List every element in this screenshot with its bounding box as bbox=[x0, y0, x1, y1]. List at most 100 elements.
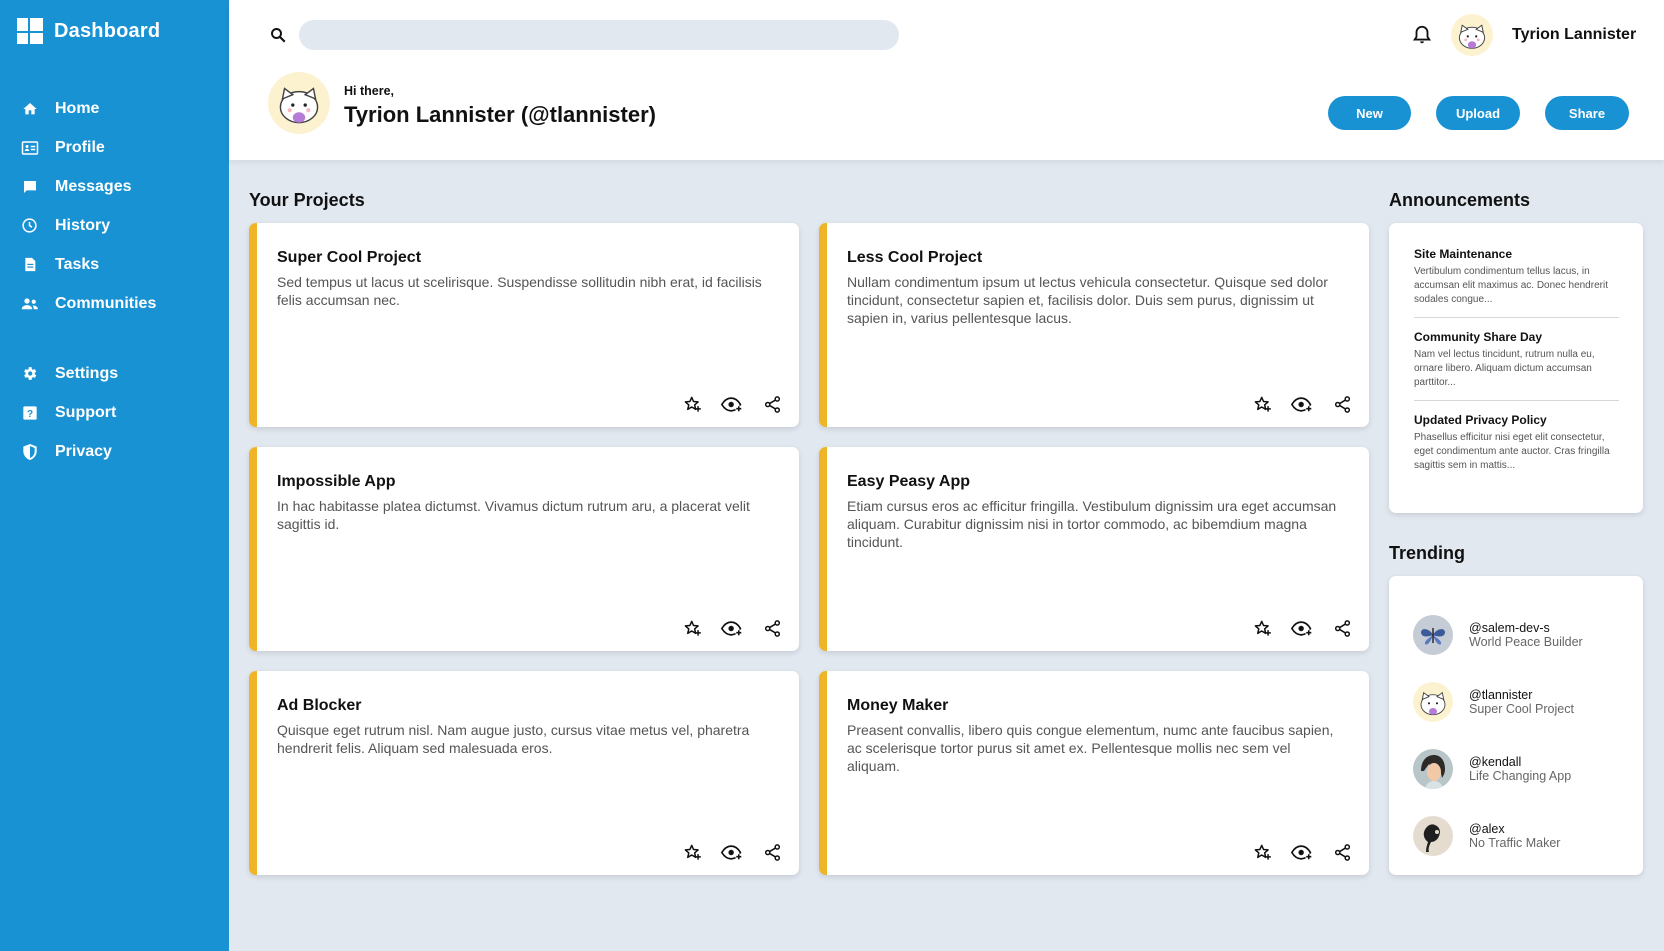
project-actions bbox=[681, 393, 783, 415]
star-add-icon[interactable] bbox=[681, 841, 703, 863]
star-add-icon[interactable] bbox=[681, 393, 703, 415]
trending-item[interactable]: @alex No Traffic Maker bbox=[1413, 802, 1619, 869]
project-card[interactable]: Less Cool Project Nullam condimentum ipsu… bbox=[819, 223, 1369, 427]
star-add-icon[interactable] bbox=[681, 617, 703, 639]
watch-eye-icon[interactable] bbox=[1291, 617, 1313, 639]
trending-handle: @kendall bbox=[1469, 754, 1522, 769]
watch-eye-icon[interactable] bbox=[721, 393, 743, 415]
sidebar-item-label: Tasks bbox=[55, 255, 100, 273]
primary-nav: Home Profile Messages History Tasks Comm… bbox=[20, 89, 156, 323]
watch-eye-icon[interactable] bbox=[1291, 841, 1313, 863]
project-card[interactable]: Impossible App In hac habitasse platea di… bbox=[249, 447, 799, 651]
sidebar-item-label: Profile bbox=[55, 138, 105, 156]
star-add-icon[interactable] bbox=[1251, 841, 1273, 863]
announcement-desc: Nam vel lectus tincidunt, rutrum nulla e… bbox=[1414, 349, 1595, 388]
sidebar-item-label: Communities bbox=[55, 294, 157, 312]
message-icon bbox=[20, 177, 39, 196]
bell-icon[interactable] bbox=[1411, 24, 1433, 46]
project-title: Impossible App bbox=[277, 473, 396, 490]
project-description: Etiam cursus eros ac efficitur fringilla… bbox=[847, 498, 1337, 550]
share-icon[interactable] bbox=[761, 617, 783, 639]
brand[interactable]: Dashboard bbox=[17, 18, 160, 44]
sidebar-item-settings[interactable]: Settings bbox=[20, 354, 118, 393]
announcement-desc: Vertibulum condimentum tellus lacus, in … bbox=[1414, 266, 1608, 305]
profile-avatar bbox=[268, 72, 330, 134]
header-user-name[interactable]: Tyrion Lannister bbox=[1512, 26, 1636, 44]
announcement-title: Updated Privacy Policy bbox=[1414, 413, 1547, 427]
watch-eye-icon[interactable] bbox=[721, 841, 743, 863]
sidebar-item-label: Messages bbox=[55, 177, 132, 195]
project-actions bbox=[681, 841, 783, 863]
header: Tyrion Lannister Hi there, Tyrion Lannis… bbox=[229, 0, 1664, 160]
trending-title: Trending bbox=[1389, 543, 1465, 563]
watch-eye-icon[interactable] bbox=[1291, 393, 1313, 415]
sidebar-item-label: Support bbox=[55, 403, 117, 421]
share-button[interactable]: Share bbox=[1545, 96, 1629, 130]
announcement-title: Site Maintenance bbox=[1414, 247, 1513, 261]
announcement-item[interactable]: Community Share Day Nam vel lectus tinci… bbox=[1414, 318, 1619, 401]
search-input[interactable] bbox=[299, 20, 899, 50]
greeting-text: Hi there, bbox=[344, 84, 395, 98]
sidebar-item-communities[interactable]: Communities bbox=[20, 284, 156, 323]
trending-item[interactable]: @kendall Life Changing App bbox=[1413, 735, 1619, 802]
project-card[interactable]: Super Cool Project Sed tempus ut lacus ut… bbox=[249, 223, 799, 427]
trending-item[interactable]: @salem-dev-s World Peace Builder bbox=[1413, 601, 1619, 668]
sidebar-item-support[interactable]: ? Support bbox=[20, 393, 118, 432]
project-title: Easy Peasy App bbox=[847, 473, 971, 490]
trending-panel: @salem-dev-s World Peace Builder @tlannis… bbox=[1389, 576, 1643, 875]
cat-avatar bbox=[1413, 681, 1453, 722]
watch-eye-icon[interactable] bbox=[721, 617, 743, 639]
project-title: Less Cool Project bbox=[847, 249, 983, 266]
share-icon[interactable] bbox=[1331, 617, 1353, 639]
star-add-icon[interactable] bbox=[1251, 617, 1273, 639]
home-icon bbox=[20, 99, 39, 118]
sketch-avatar bbox=[1413, 815, 1453, 856]
star-add-icon[interactable] bbox=[1251, 393, 1273, 415]
new-button[interactable]: New bbox=[1328, 96, 1411, 130]
sidebar-item-home[interactable]: Home bbox=[20, 89, 156, 128]
gear-icon bbox=[20, 364, 39, 383]
upload-button[interactable]: Upload bbox=[1436, 96, 1520, 130]
sidebar-item-history[interactable]: History bbox=[20, 206, 156, 245]
sidebar-item-messages[interactable]: Messages bbox=[20, 167, 156, 206]
project-title: Money Maker bbox=[847, 697, 949, 714]
brand-title: Dashboard bbox=[54, 19, 161, 42]
project-card[interactable]: Ad Blocker Quisque eget rutrum nisl. Nam … bbox=[249, 671, 799, 875]
announcements-panel: Site Maintenance Vertibulum condimentum … bbox=[1389, 223, 1643, 513]
share-icon[interactable] bbox=[761, 393, 783, 415]
avatar[interactable] bbox=[1451, 14, 1493, 56]
svg-text:?: ? bbox=[26, 409, 32, 420]
search-icon[interactable] bbox=[269, 26, 287, 44]
announcement-desc: Phasellus efficitur nisi eget elit conse… bbox=[1414, 432, 1610, 471]
page-title: Tyrion Lannister (@tlannister) bbox=[344, 102, 656, 127]
sidebar-item-label: Settings bbox=[55, 364, 119, 382]
trending-item[interactable]: @tlannister Super Cool Project bbox=[1413, 668, 1619, 735]
project-card[interactable]: Easy Peasy App Etiam cursus eros ac effic… bbox=[819, 447, 1369, 651]
people-icon bbox=[20, 294, 39, 313]
trending-project: World Peace Builder bbox=[1469, 634, 1583, 649]
shield-icon bbox=[20, 442, 39, 461]
trending-project: Super Cool Project bbox=[1469, 701, 1574, 716]
person-avatar bbox=[1413, 748, 1453, 789]
clock-icon bbox=[20, 216, 39, 235]
share-icon[interactable] bbox=[1331, 393, 1353, 415]
project-title: Super Cool Project bbox=[277, 249, 422, 266]
sidebar-item-tasks[interactable]: Tasks bbox=[20, 245, 156, 284]
butterfly-avatar bbox=[1413, 614, 1453, 655]
sidebar-item-label: History bbox=[55, 216, 111, 234]
project-actions bbox=[1251, 617, 1353, 639]
projects-title: Your Projects bbox=[249, 190, 365, 210]
announcement-item[interactable]: Site Maintenance Vertibulum condimentum … bbox=[1414, 223, 1619, 318]
sidebar-item-privacy[interactable]: Privacy bbox=[20, 432, 118, 471]
project-description: Sed tempus ut lacus ut scelirisque. Susp… bbox=[277, 274, 762, 308]
share-icon[interactable] bbox=[761, 841, 783, 863]
announcement-item[interactable]: Updated Privacy Policy Phasellus efficit… bbox=[1414, 401, 1619, 483]
announcement-title: Community Share Day bbox=[1414, 330, 1543, 344]
dashboard-grid-icon bbox=[17, 18, 43, 44]
project-description: Quisque eget rutrum nisl. Nam augue just… bbox=[277, 722, 750, 756]
share-icon[interactable] bbox=[1331, 841, 1353, 863]
project-card[interactable]: Money Maker Preasent convallis, libero qu… bbox=[819, 671, 1369, 875]
sidebar-item-profile[interactable]: Profile bbox=[20, 128, 156, 167]
trending-project: No Traffic Maker bbox=[1469, 835, 1561, 850]
sidebar-item-label: Home bbox=[55, 99, 100, 117]
